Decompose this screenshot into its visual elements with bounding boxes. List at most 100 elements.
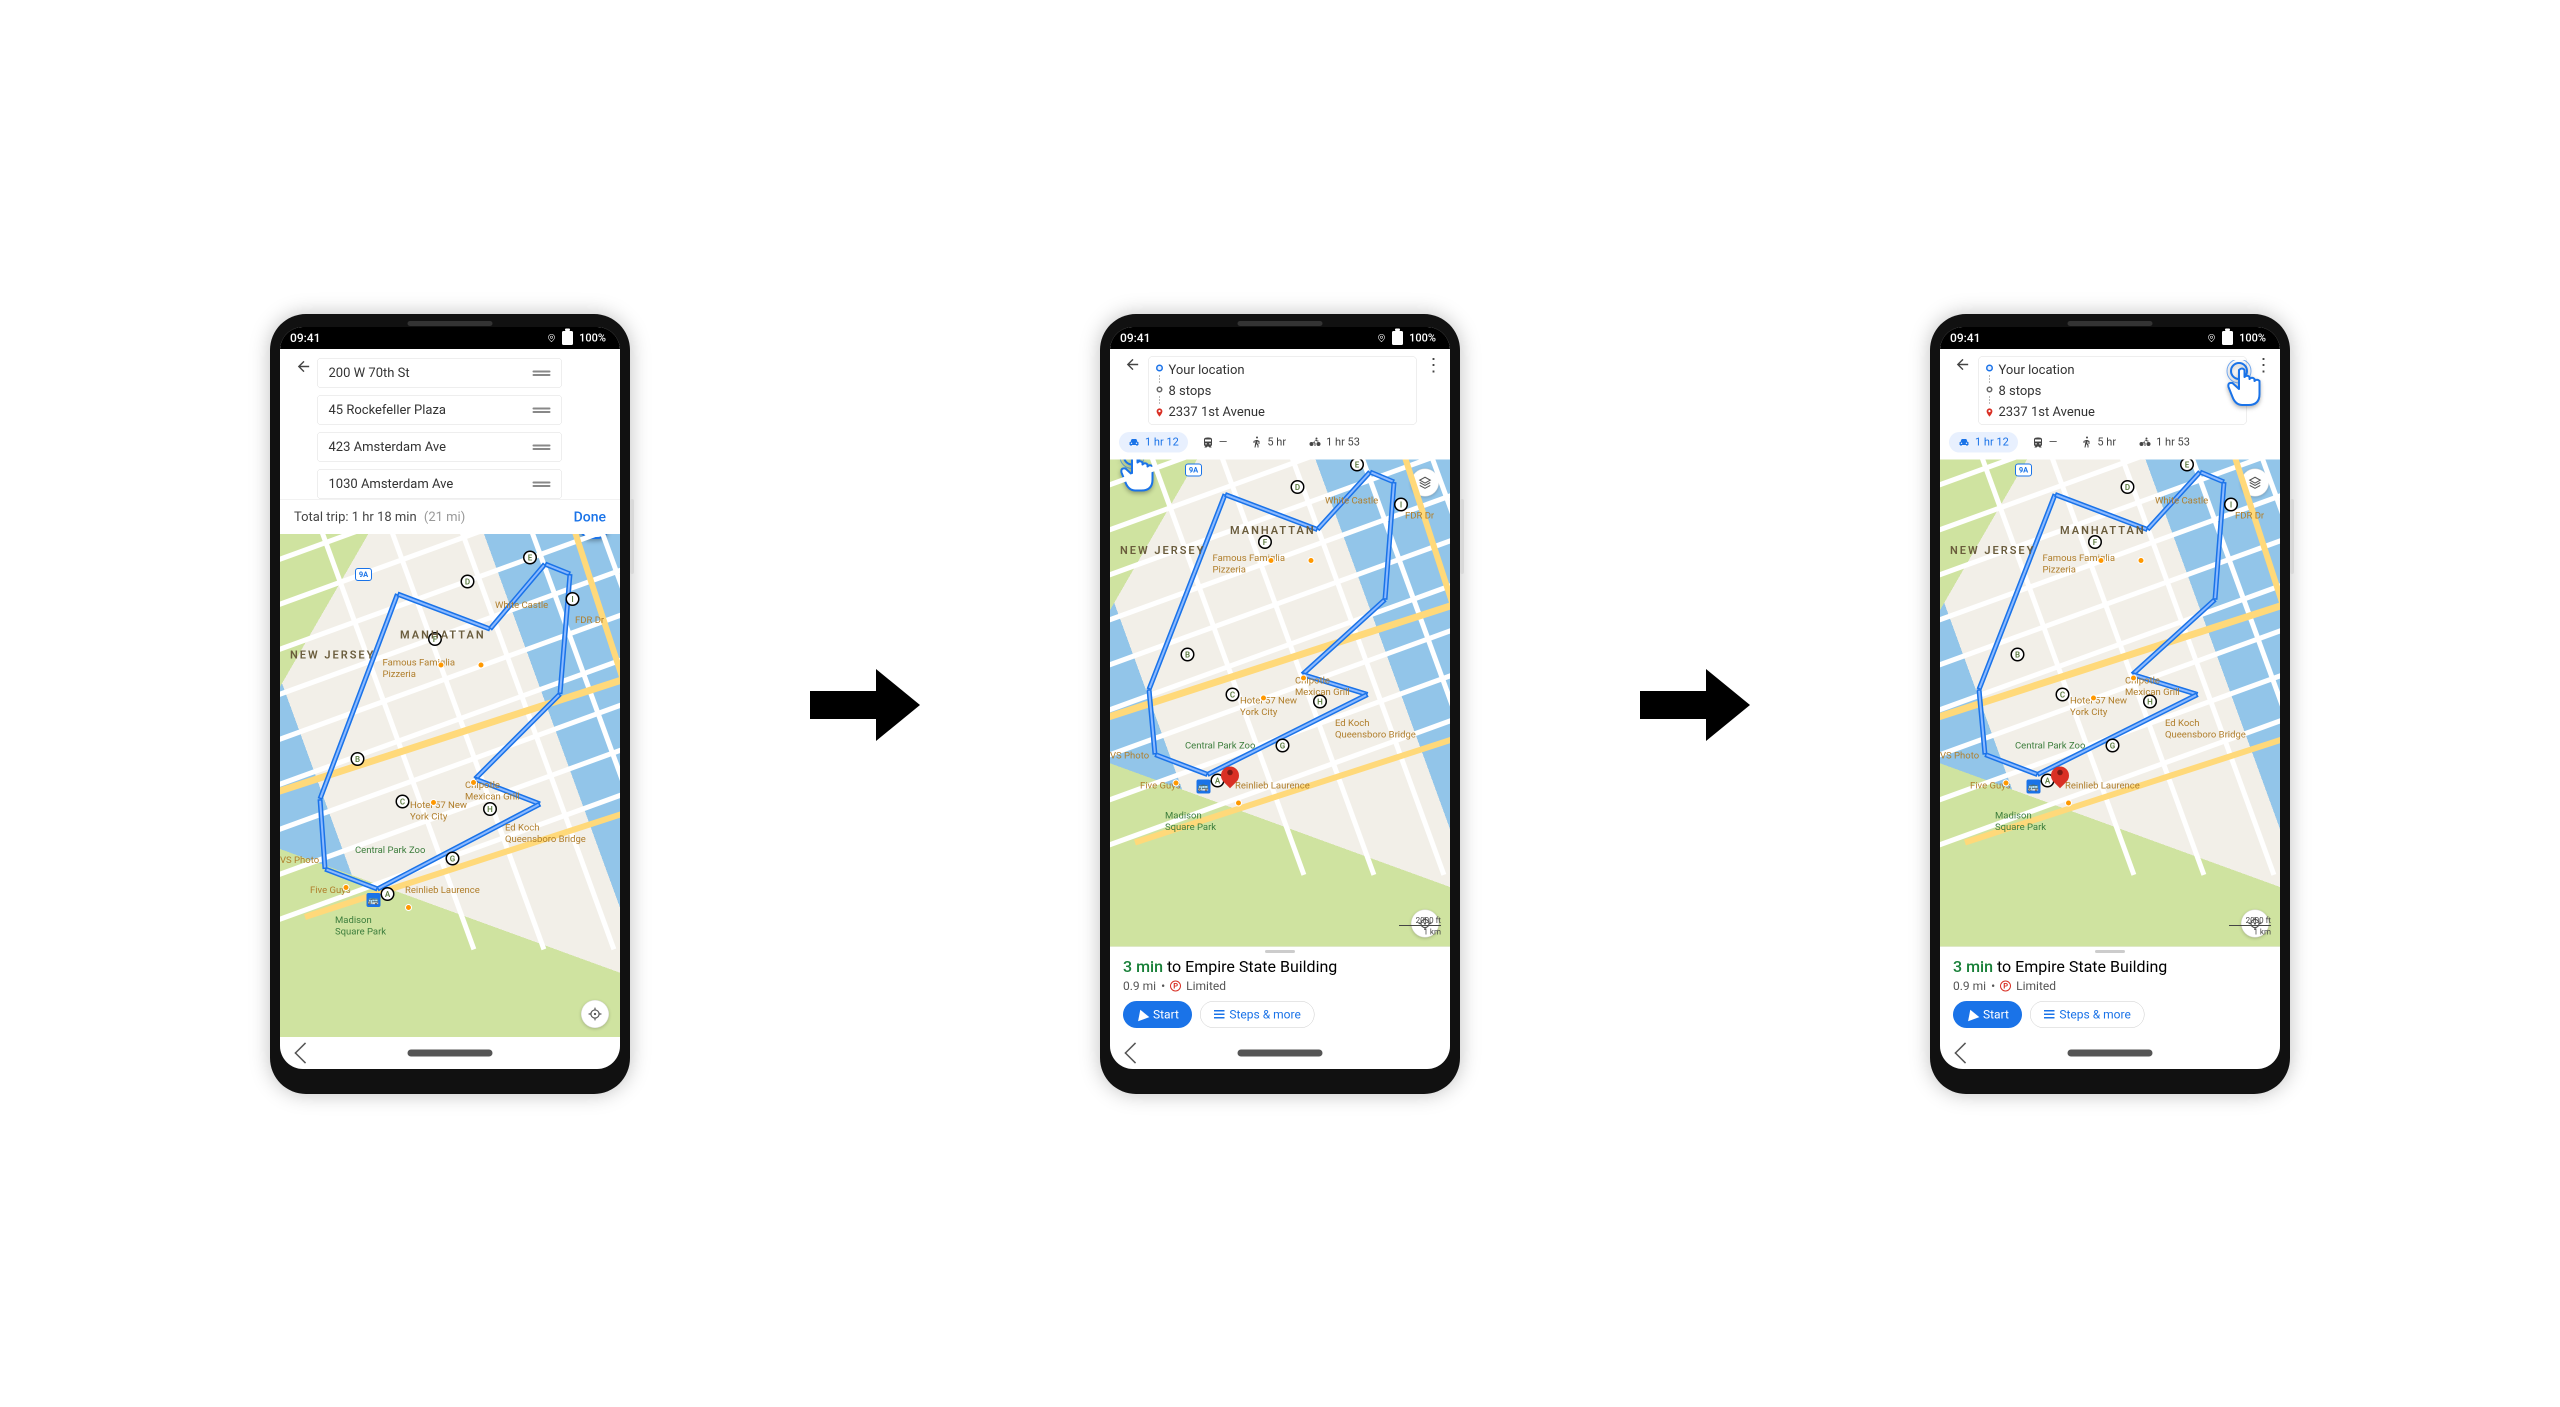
android-back-button[interactable]	[1124, 1042, 1145, 1063]
map[interactable]: ABCDEFGHI2000 ft1 kmMANHATTANNEW JERSEYC…	[1940, 459, 2280, 946]
poi-pin-icon	[2003, 779, 2010, 786]
poi-pin-icon	[405, 904, 412, 911]
stops-list: 200 W 70th St 45 Rockefeller Plaza 423 Ams…	[317, 358, 562, 499]
route-stop-d[interactable]: D	[1291, 480, 1305, 494]
tab-duration: —	[1219, 436, 1228, 449]
drag-handle-icon[interactable]	[533, 370, 551, 372]
map-label: Ed Koch Queensboro Bridge	[2165, 717, 2246, 740]
map-scale: 2000 ft1 km	[2229, 915, 2271, 936]
route-stop-c[interactable]: C	[396, 794, 410, 808]
phone-frame-1: 09:41 100% 200 W 70th St45 Rockefeller P…	[270, 314, 630, 1094]
poi-pin-icon	[2065, 799, 2072, 806]
status-bar: 09:41 100%	[1940, 327, 2280, 349]
separator-dot: •	[1991, 979, 1995, 993]
overflow-menu-button[interactable]: ⋮	[2254, 356, 2273, 374]
android-home-button[interactable]	[408, 1049, 493, 1056]
transit-icon	[367, 893, 381, 907]
drag-handle-icon[interactable]	[533, 481, 551, 483]
battery-percent: 100%	[579, 331, 606, 344]
done-button[interactable]: Done	[574, 508, 606, 525]
route-stop-c[interactable]: C	[1226, 687, 1240, 701]
map-label: Central Park Zoo	[2015, 739, 2085, 751]
tab-drive[interactable]: 1 hr 12	[1949, 432, 2018, 453]
tab-transit[interactable]: —	[2023, 432, 2067, 453]
route-stop-e[interactable]: E	[1350, 459, 1364, 471]
tab-drive[interactable]: 1 hr 12	[1119, 432, 1188, 453]
stop-field[interactable]: 200 W 70th St	[317, 358, 562, 388]
map[interactable]: ABCDEFGHIMANHATTANNEW JERSEYCentral Park…	[280, 534, 620, 1037]
map-label: Ed Koch Queensboro Bridge	[1335, 717, 1416, 740]
eta-time: 3 min	[1953, 957, 1993, 976]
map-label: Madison Square Park	[1165, 809, 1216, 832]
start-label: Start	[1983, 1007, 2009, 1021]
tab-walk[interactable]: 5 hr	[2071, 432, 2125, 453]
location-icon	[547, 332, 556, 343]
android-home-button[interactable]	[2068, 1049, 2153, 1056]
my-location-button[interactable]	[581, 1000, 609, 1028]
transit-icon	[1197, 779, 1211, 793]
dots-icon	[1159, 374, 1161, 383]
map-label: Central Park Zoo	[355, 844, 425, 856]
android-back-button[interactable]	[294, 1042, 315, 1063]
steps-and-more-button[interactable]: Steps & more	[2030, 1001, 2144, 1028]
overflow-menu-button[interactable]: ⋮	[1424, 356, 1443, 374]
poi-pin-icon	[343, 884, 350, 891]
phone-frame-2: 09:41 100% You	[1100, 314, 1460, 1094]
map-label: NEW JERSEY	[290, 649, 375, 662]
map-label: NEW JERSEY	[1950, 544, 2035, 557]
route-bottom-sheet[interactable]: 3 min to Empire State Building 0.9 mi • …	[1110, 946, 1450, 1037]
route-stop-g[interactable]: G	[1276, 738, 1290, 752]
stop-field[interactable]: 45 Rockefeller Plaza	[317, 395, 562, 425]
sheet-drag-handle[interactable]	[2095, 950, 2125, 953]
steps-label: Steps & more	[1229, 1007, 1300, 1021]
map-label: NEW JERSEY	[1120, 544, 1205, 557]
route-stop-b[interactable]: B	[351, 752, 365, 766]
poi-pin-icon	[438, 661, 445, 668]
screen: 09:41 100% You	[1940, 327, 2280, 1069]
origin-label: Your location	[1999, 362, 2095, 377]
map-label: VS Photo	[1110, 749, 1149, 761]
tab-duration: 1 hr 53	[1326, 436, 1360, 449]
route-stop-b[interactable]: B	[2011, 647, 2025, 661]
sheet-drag-handle[interactable]	[1265, 950, 1295, 953]
steps-and-more-button[interactable]: Steps & more	[1200, 1001, 1314, 1028]
back-button[interactable]	[1954, 356, 1971, 373]
route-stop-b[interactable]: B	[1181, 647, 1195, 661]
route-bottom-sheet[interactable]: 3 min to Empire State Building 0.9 mi • …	[1940, 946, 2280, 1037]
arrow-icon	[810, 669, 920, 739]
map-label: Hotel 57 New York City	[2070, 694, 2127, 717]
route-stop-g[interactable]: G	[446, 851, 460, 865]
stop-field[interactable]: 423 Amsterdam Ave	[317, 432, 562, 462]
tab-transit[interactable]: —	[1193, 432, 1237, 453]
route-card[interactable]: Your location 8 stops 2337 1st Avenue	[1148, 356, 1417, 425]
tab-duration: 5 hr	[1267, 436, 1286, 449]
route-stop-e[interactable]: E	[2180, 459, 2194, 471]
route-stop-e[interactable]: E	[523, 550, 537, 564]
android-home-button[interactable]	[1238, 1049, 1323, 1056]
stop-field[interactable]: 1030 Amsterdam Ave	[317, 469, 562, 499]
tab-bike[interactable]: 1 hr 53	[2130, 432, 2199, 453]
drag-handle-icon[interactable]	[533, 407, 551, 409]
back-button[interactable]	[295, 358, 312, 375]
route-stop-d[interactable]: D	[461, 574, 475, 588]
tab-bike[interactable]: 1 hr 53	[1300, 432, 1369, 453]
start-navigation-button[interactable]: Start	[1123, 1001, 1192, 1028]
back-button[interactable]	[1124, 356, 1141, 373]
map[interactable]: ABCDEFGHI2000 ft1 kmMANHATTANNEW JERSEYC…	[1110, 459, 1450, 946]
tab-walk[interactable]: 5 hr	[1241, 432, 1295, 453]
route-stop-g[interactable]: G	[2106, 738, 2120, 752]
route-stop-c[interactable]: C	[2056, 687, 2070, 701]
poi-pin-icon	[1308, 557, 1315, 564]
route-distance: 0.9 mi	[1953, 979, 1986, 993]
route-card[interactable]: Your location 8 stops 2337 1st Avenue	[1978, 356, 2247, 425]
route-stop-a[interactable]: A	[381, 887, 395, 901]
location-icon	[2207, 332, 2216, 343]
start-navigation-button[interactable]: Start	[1953, 1001, 2022, 1028]
parking-icon: P	[2000, 980, 2011, 991]
status-icons: 100%	[1377, 331, 1436, 345]
route-stop-h[interactable]: H	[483, 802, 497, 816]
route-stop-i[interactable]: I	[566, 592, 580, 606]
drag-handle-icon[interactable]	[533, 444, 551, 446]
android-back-button[interactable]	[1954, 1042, 1975, 1063]
route-stop-d[interactable]: D	[2121, 480, 2135, 494]
